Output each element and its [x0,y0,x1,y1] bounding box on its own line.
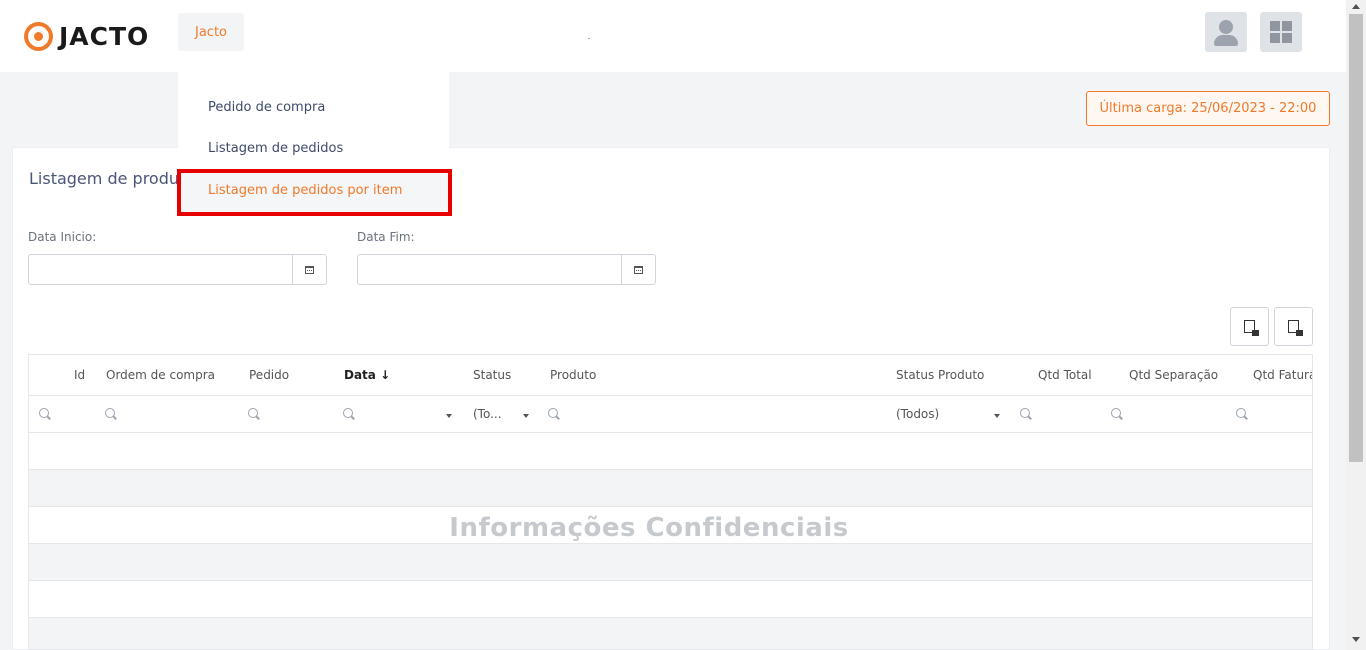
column-header-status-produto[interactable]: Status Produto [896,368,984,382]
header-dot [588,38,590,39]
end-date-calendar-button[interactable] [621,255,655,284]
calendar-icon [634,265,643,274]
search-icon[interactable] [548,408,558,418]
jacto-logo[interactable]: JACTO [24,20,149,52]
apps-grid-icon [1270,21,1280,31]
column-header-qtd-fatura[interactable]: Qtd Fatura [1253,368,1312,382]
column-header-qtd-separacao[interactable]: Qtd Separação [1129,368,1218,382]
highlighted-menu-item[interactable]: Listagem de pedidos por item [177,169,452,216]
search-icon[interactable] [248,408,258,418]
start-date-input[interactable] [28,254,327,285]
export-excel-button[interactable] [1274,307,1313,346]
search-icon[interactable] [343,408,353,418]
apps-grid-button[interactable] [1260,12,1302,52]
search-icon[interactable] [105,408,115,418]
data-grid: Id Ordem de compra Pedido Data ↓ Status … [28,354,1313,650]
table-row[interactable] [29,470,1312,507]
column-header-produto[interactable]: Produto [550,368,596,382]
menu-item-pedido-de-compra[interactable]: Pedido de compra [208,100,325,115]
table-row[interactable] [29,581,1312,618]
table-row[interactable] [29,618,1312,649]
page-title: Listagem de produ [29,169,179,188]
scroll-thumb[interactable] [1349,14,1363,462]
column-header-pedido[interactable]: Pedido [249,368,289,382]
export-document-icon [1244,320,1259,336]
user-icon [1219,20,1233,34]
apps-grid-icon-cell [1282,21,1292,31]
start-date-label: Data Inicio: [28,230,97,244]
start-date-calendar-button[interactable] [292,255,326,284]
logo-text: JACTO [59,21,150,51]
column-header-qtd-total[interactable]: Qtd Total [1038,368,1092,382]
column-header-data[interactable]: Data ↓ [344,368,390,382]
column-header-id[interactable]: Id [74,368,85,382]
nav-jacto-menu[interactable]: Jacto [178,13,244,51]
search-icon[interactable] [1020,408,1030,418]
end-date-label: Data Fim: [357,230,415,244]
chevron-down-icon[interactable] [994,414,1000,418]
page-scrollbar[interactable] [1346,0,1366,650]
export-pdf-button[interactable] [1230,307,1269,346]
scroll-down-arrow-icon[interactable] [1352,637,1360,642]
apps-grid-icon-cell [1282,33,1292,43]
user-icon-body [1214,35,1238,46]
menu-item-listagem-de-pedidos[interactable]: Listagem de pedidos [208,141,343,156]
table-row[interactable] [29,544,1312,581]
grid-filter-row: (To... (Todos) [29,396,1312,433]
status-produto-filter-select[interactable]: (Todos) [896,407,939,421]
search-icon[interactable] [39,408,49,418]
column-header-status[interactable]: Status [473,368,511,382]
confidential-watermark: Informações Confidenciais [449,513,849,543]
last-load-badge: Última carga: 25/06/2023 - 22:00 [1086,91,1330,126]
user-avatar-button[interactable] [1205,12,1247,52]
logo-icon [24,21,53,51]
menu-item-listagem-de-pedidos-por-item[interactable]: Listagem de pedidos por item [208,183,402,198]
scroll-up-arrow-icon[interactable] [1352,4,1360,9]
calendar-icon [305,265,314,274]
chevron-down-icon[interactable] [446,414,452,418]
status-filter-select[interactable]: (To... [473,407,502,421]
export-sheet-icon [1288,320,1303,336]
chevron-down-icon[interactable] [523,414,529,418]
column-header-ordem-de-compra[interactable]: Ordem de compra [106,368,215,382]
end-date-input[interactable] [357,254,656,285]
top-header: JACTO Jacto [0,0,1346,72]
search-icon[interactable] [1111,408,1121,418]
table-row[interactable] [29,433,1312,470]
apps-grid-icon-cell [1270,33,1280,43]
grid-header-row: Id Ordem de compra Pedido Data ↓ Status … [29,355,1312,396]
search-icon[interactable] [1236,408,1246,418]
